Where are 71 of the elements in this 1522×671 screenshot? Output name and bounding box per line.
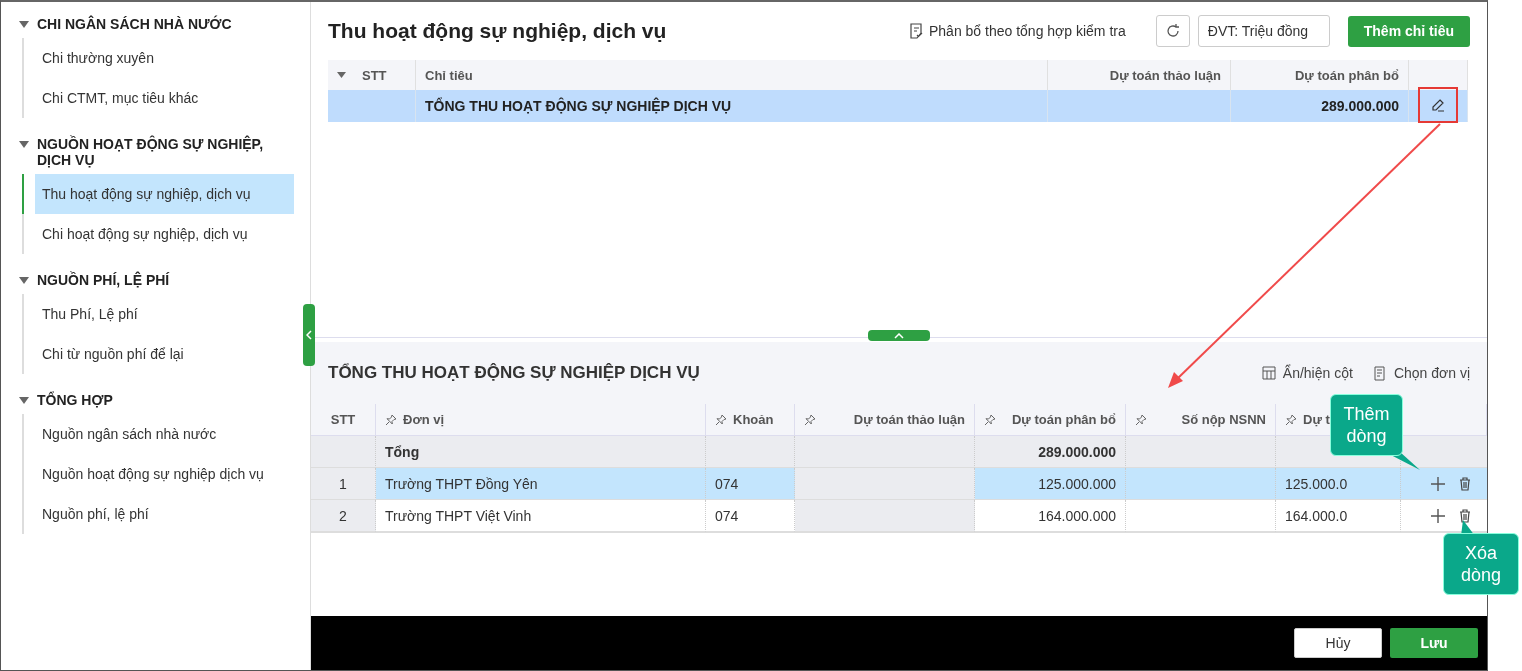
caret-icon[interactable] [19,277,29,285]
sidebar-item[interactable]: Chi hoạt động sự nghiệp, dịch vụ [22,214,294,254]
table-cell: Trường THPT Việt Vinh [376,500,706,532]
column-header: STT [362,67,387,83]
callout: Thêm dòng [1330,394,1403,456]
column-header: Dự toán phân bổ [1012,412,1116,427]
toolbar-link[interactable]: Chọn đơn vị [1372,365,1470,381]
table-cell: 164.000.0 [1276,500,1401,532]
edit-icon[interactable] [1431,98,1445,112]
table-cell: 2 [311,500,376,532]
cancel-button[interactable]: Hủy [1294,628,1382,658]
pin-icon[interactable] [984,413,996,426]
sidebar-item[interactable]: Nguồn hoạt động sự nghiệp dịch vụ [22,454,294,494]
plus-icon[interactable] [1431,508,1445,523]
table-cell: 289.000.000 [1231,90,1409,122]
pin-icon[interactable] [1285,413,1297,426]
column-header: Khoản [733,412,774,427]
list-icon [1372,365,1388,381]
header-cell [1409,60,1468,90]
column-header: Dự toán thảo luận [1048,60,1231,90]
sidebar-item[interactable]: Nguồn ngân sách nhà nước [22,414,294,454]
table-cell: 125.000.0 [1276,468,1401,500]
pin-icon[interactable] [804,413,816,426]
sidebar-item[interactable]: Thu Phí, Lệ phí [22,294,294,334]
refresh-button[interactable] [1155,15,1190,47]
caret-icon[interactable] [19,141,29,149]
table-cell: 074 [706,500,795,532]
sidebar-item[interactable]: Chi thường xuyên [22,38,294,78]
callout: Xóa dòng [1443,533,1519,595]
refresh-icon [1164,23,1181,39]
sort-icon[interactable] [337,72,346,78]
table-cell: TỔNG THU HOẠT ĐỘNG SỰ NGHIỆP DỊCH VỤ [416,90,1048,122]
pin-icon[interactable] [715,413,727,426]
checklist-icon [909,23,923,39]
unit-field[interactable]: ĐVT: Triệu đồng [1197,15,1330,47]
sidebar-item[interactable]: Chi từ nguồn phí để lại [22,334,294,374]
caret-icon[interactable] [19,21,29,29]
sidebar-item[interactable]: Chi CTMT, mục tiêu khác [22,78,294,118]
table-cell: Tổng [376,436,706,468]
group-title[interactable]: NGUỒN PHÍ, LỆ PHÍ [37,272,277,288]
collapse-handle[interactable] [303,304,315,366]
columns-icon [1261,365,1277,381]
table-cell: 074 [706,468,795,500]
pin-icon[interactable] [385,413,397,426]
page-title: Thu hoạt động sự nghiệp, dịch vụ [328,19,668,43]
column-header: Dự toán thảo luận [853,412,965,427]
trash-icon[interactable] [1459,508,1471,523]
table-cell: Trường THPT Đồng Yên [376,468,706,500]
table-cell: 289.000.000 [975,436,1126,468]
sidebar-item[interactable]: Thu hoạt động sự nghiệp, dịch vụ [22,174,294,214]
section-title: TỔNG THU HOẠT ĐỘNG SỰ NGHIỆP DỊCH VỤ [328,363,701,383]
column-header: STT [330,412,356,427]
column-header: Dự toán phân bổ [1231,60,1409,90]
plus-icon[interactable] [1431,476,1445,491]
pin-icon[interactable] [1135,413,1147,426]
table-cell: 1 [311,468,376,500]
table-cell: 125.000.000 [975,468,1126,500]
column-header: Dự t [1303,412,1330,427]
sidebar-item[interactable]: Nguồn phí, lệ phí [22,494,294,534]
trash-icon[interactable] [1459,476,1471,491]
group-title[interactable]: NGUỒN HOẠT ĐỘNG SỰ NGHIỆP, DỊCH VỤ [37,136,277,168]
column-header: Số nộp NSNN [1181,412,1266,427]
column-header: Đơn vị [403,412,445,427]
table-cell: 164.000.000 [975,500,1126,532]
toolbar-link[interactable]: Ẩn/hiện cột [1261,365,1353,381]
allocate-link[interactable]: Phân bổ theo tổng hợp kiểm tra [909,23,1126,39]
expand-handle[interactable] [868,330,930,341]
caret-icon[interactable] [19,397,29,405]
column-header: Chỉ tiêu [416,60,1048,90]
group-title[interactable]: CHI NGÂN SÁCH NHÀ NƯỚC [37,16,277,32]
group-title[interactable]: TỔNG HỢP [37,392,277,408]
